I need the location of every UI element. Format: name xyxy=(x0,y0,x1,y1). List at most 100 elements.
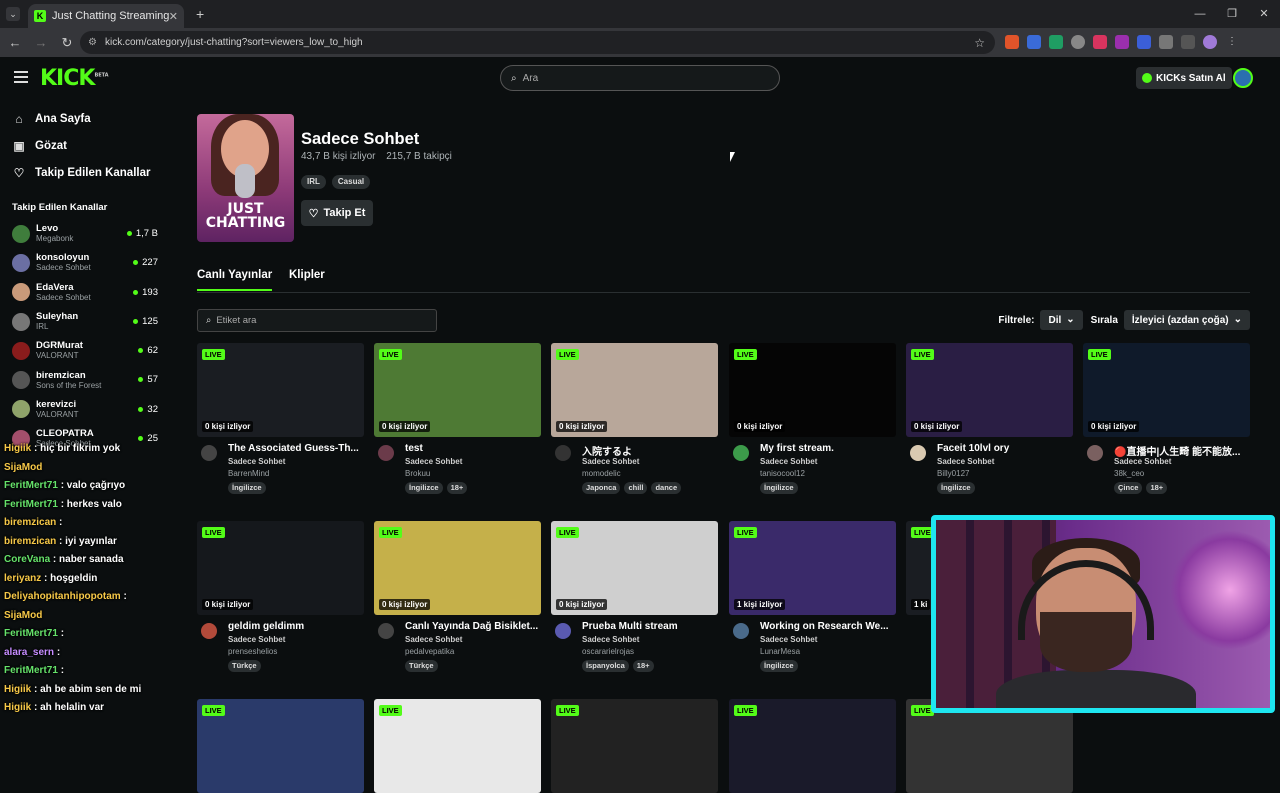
sidebar-channel[interactable]: biremzican Sons of the Forest 57 xyxy=(0,365,180,394)
stream-title[interactable]: Prueba Multi stream xyxy=(582,621,718,632)
stream-tag[interactable]: İngilizce xyxy=(760,482,798,494)
stream-tag[interactable]: dance xyxy=(651,482,682,494)
site-info-icon[interactable]: ⚙ xyxy=(88,37,97,48)
stream-title[interactable]: Canlı Yayında Dağ Bisiklet... xyxy=(405,621,541,632)
reading-list-icon[interactable] xyxy=(1181,35,1195,49)
stream-category[interactable]: Sadece Sohbet xyxy=(1114,457,1171,466)
stream-tag[interactable]: İngilizce xyxy=(228,482,266,494)
sidebar-channel[interactable]: Suleyhan IRL 125 xyxy=(0,307,180,336)
sort-dropdown[interactable]: İzleyici (azdan çoğa) xyxy=(1123,310,1250,330)
stream-thumbnail[interactable]: LIVE 0 kişi izliyor xyxy=(1083,343,1250,437)
stream-title[interactable]: 入院するよ xyxy=(582,443,718,458)
streamer-name[interactable]: pedalvepatika xyxy=(405,647,454,656)
stream-title[interactable]: 🔴直播中|人生畸 能不能放... xyxy=(1114,443,1250,458)
bookmark-star-icon[interactable]: ☆ xyxy=(974,36,985,50)
stream-card[interactable]: LIVE 0 kişi izliyor 🔴直播中|人生畸 能不能放... Sad… xyxy=(1083,343,1250,497)
stream-thumbnail[interactable]: LIVE 1 kişi izliyor xyxy=(729,521,896,615)
stream-category[interactable]: Sadece Sohbet xyxy=(582,457,639,466)
stream-category[interactable]: Sadece Sohbet xyxy=(405,457,462,466)
extensions-puzzle-icon[interactable] xyxy=(1159,35,1173,49)
category-tag[interactable]: Casual xyxy=(331,175,371,189)
stream-thumbnail[interactable]: LIVE 0 kişi izliyor xyxy=(729,343,896,437)
streamer-avatar[interactable] xyxy=(555,445,571,461)
tab-clips[interactable]: Klipler xyxy=(289,269,325,289)
stream-title[interactable]: My first stream. xyxy=(760,443,896,454)
stream-category[interactable]: Sadece Sohbet xyxy=(937,457,994,466)
minimize-icon[interactable]: — xyxy=(1184,0,1216,28)
translate-icon[interactable] xyxy=(1027,35,1041,49)
sidebar-item-home[interactable]: ⌂ Ana Sayfa xyxy=(0,105,180,132)
stream-thumbnail[interactable]: LIVE xyxy=(197,699,364,793)
reload-icon[interactable]: ↻ xyxy=(56,35,78,51)
forward-icon[interactable]: → xyxy=(30,35,52,50)
extension-icon[interactable] xyxy=(1115,35,1129,49)
category-tag[interactable]: IRL xyxy=(301,175,326,189)
sidebar-channel[interactable]: DGRMurat VALORANT 62 xyxy=(0,336,180,365)
stream-card[interactable]: LIVE 0 kişi izliyor Prueba Multi stream … xyxy=(551,521,718,675)
stream-card[interactable]: LIVE 0 kişi izliyor Canlı Yayında Dağ Bi… xyxy=(374,521,541,675)
stream-card[interactable]: LIVE xyxy=(374,699,541,793)
language-dropdown[interactable]: Dil xyxy=(1040,310,1083,330)
sidebar-channel[interactable]: konsoloyun Sadece Sohbet 227 xyxy=(0,248,180,277)
stream-title[interactable]: Working on Research We... xyxy=(760,621,896,632)
streamer-avatar[interactable] xyxy=(1087,445,1103,461)
extension-icon[interactable] xyxy=(1071,35,1085,49)
stream-thumbnail[interactable]: LIVE 0 kişi izliyor xyxy=(374,521,541,615)
stream-category[interactable]: Sadece Sohbet xyxy=(760,635,817,644)
extension-icon[interactable] xyxy=(1093,35,1107,49)
streamer-name[interactable]: tanisocool12 xyxy=(760,469,805,478)
follow-button[interactable]: ♡ Takip Et xyxy=(301,200,373,226)
tab-live-streams[interactable]: Canlı Yayınlar xyxy=(197,269,273,291)
stream-card[interactable]: LIVE 0 kişi izliyor 入院するよ Sadece Sohbet … xyxy=(551,343,718,497)
stream-card[interactable]: LIVE xyxy=(197,699,364,793)
sidebar-channel[interactable]: EdaVera Sadece Sohbet 193 xyxy=(0,278,180,307)
stream-tag[interactable]: chill xyxy=(624,482,648,494)
buy-kicks-button[interactable]: KICKs Satın Al xyxy=(1136,67,1232,89)
stream-card[interactable]: LIVE 0 kişi izliyor geldim geldimm Sadec… xyxy=(197,521,364,675)
extension-icon[interactable] xyxy=(1005,35,1019,49)
streamer-name[interactable]: oscararielrojas xyxy=(582,647,634,656)
stream-card[interactable]: LIVE 0 kişi izliyor test Sadece Sohbet B… xyxy=(374,343,541,497)
stream-tag[interactable]: İngilizce xyxy=(937,482,975,494)
streamer-avatar[interactable] xyxy=(733,445,749,461)
extension-icon[interactable] xyxy=(1137,35,1151,49)
stream-card[interactable]: LIVE 1 kişi izliyor Working on Research … xyxy=(729,521,896,675)
streamer-avatar[interactable] xyxy=(201,445,217,461)
stream-tag[interactable]: İspanyolca xyxy=(582,660,629,672)
search-input[interactable]: ⌕ Ara xyxy=(500,65,780,91)
streamer-name[interactable]: prenseshelios xyxy=(228,647,277,656)
streamer-avatar[interactable] xyxy=(201,623,217,639)
stream-thumbnail[interactable]: LIVE 0 kişi izliyor xyxy=(551,343,718,437)
tag-search-input[interactable]: ⌕ Etiket ara xyxy=(197,309,437,332)
close-tab-icon[interactable]: ✕ xyxy=(169,10,178,23)
stream-tag[interactable]: Türkçe xyxy=(405,660,438,672)
sidebar-item-browse[interactable]: ▣ Gözat xyxy=(0,132,180,159)
url-field[interactable]: ⚙ kick.com/category/just-chatting?sort=v… xyxy=(80,31,995,54)
stream-title[interactable]: Faceit 10lvl ory xyxy=(937,443,1073,454)
stream-tag[interactable]: Çince xyxy=(1114,482,1143,494)
stream-category[interactable]: Sadece Sohbet xyxy=(228,635,285,644)
stream-card[interactable]: LIVE 0 kişi izliyor My first stream. Sad… xyxy=(729,343,896,497)
streamer-avatar[interactable] xyxy=(910,445,926,461)
streamer-avatar[interactable] xyxy=(555,623,571,639)
user-avatar[interactable] xyxy=(1233,68,1253,88)
streamer-name[interactable]: momodelic xyxy=(582,469,621,478)
stream-card[interactable]: LIVE 0 kişi izliyor The Associated Guess… xyxy=(197,343,364,497)
stream-card[interactable]: LIVE xyxy=(729,699,896,793)
stream-card[interactable]: LIVE xyxy=(906,699,1073,793)
stream-category[interactable]: Sadece Sohbet xyxy=(760,457,817,466)
stream-tag[interactable]: İngilizce xyxy=(405,482,443,494)
stream-title[interactable]: test xyxy=(405,443,541,454)
stream-tag[interactable]: 18+ xyxy=(632,660,654,672)
new-tab-icon[interactable]: + xyxy=(196,6,204,22)
profile-icon[interactable] xyxy=(1203,35,1217,49)
stream-thumbnail[interactable]: LIVE xyxy=(374,699,541,793)
close-window-icon[interactable]: ✕ xyxy=(1248,0,1280,28)
stream-thumbnail[interactable]: LIVE 0 kişi izliyor xyxy=(906,343,1073,437)
stream-thumbnail[interactable]: LIVE 0 kişi izliyor xyxy=(551,521,718,615)
streamer-name[interactable]: BarrenMind xyxy=(228,469,269,478)
kick-logo[interactable]: KICKBETA xyxy=(40,66,109,91)
stream-thumbnail[interactable]: LIVE 0 kişi izliyor xyxy=(197,343,364,437)
stream-tag[interactable]: Japonca xyxy=(582,482,621,494)
stream-title[interactable]: The Associated Guess-Th... xyxy=(228,443,364,454)
